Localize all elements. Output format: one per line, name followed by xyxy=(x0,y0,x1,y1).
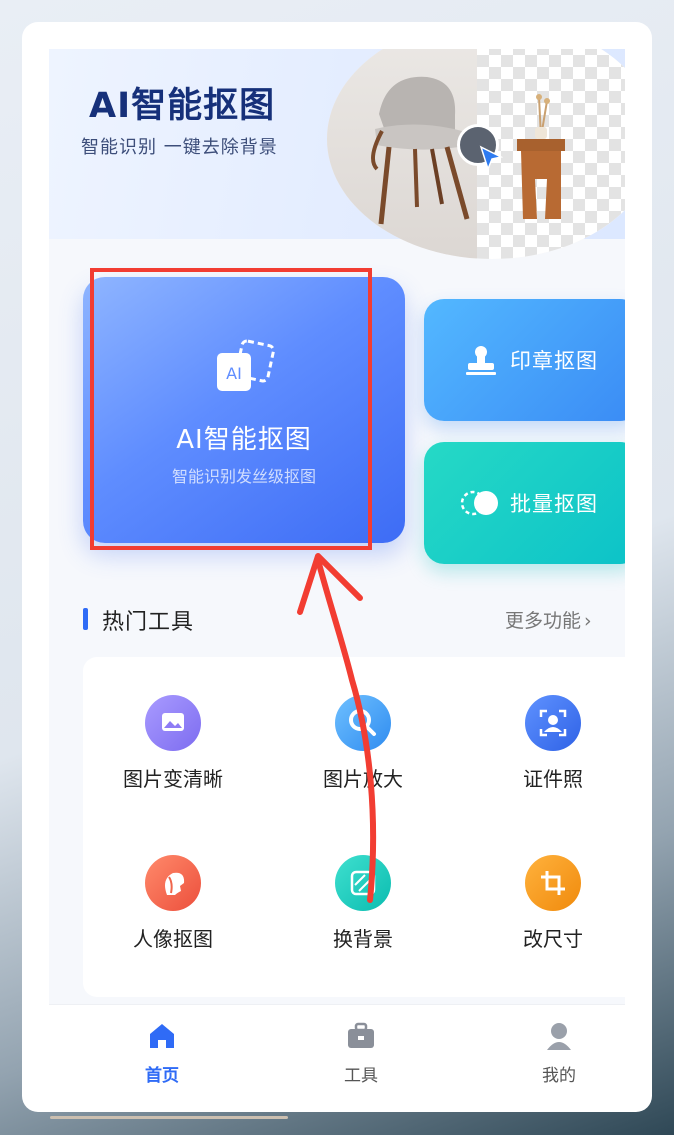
chevron-right-icon: › xyxy=(584,610,592,632)
nav-item-tools[interactable]: 工具 xyxy=(301,1019,421,1086)
portrait-icon xyxy=(145,855,201,911)
nav-label-profile: 我的 xyxy=(542,1066,576,1086)
tool-label: 图片变清晰 xyxy=(123,767,223,791)
annotation-highlight-box xyxy=(90,268,372,550)
tool-label: 证件照 xyxy=(523,767,583,791)
hot-tools-title: 热门工具 xyxy=(102,610,195,635)
section-accent-bar xyxy=(83,608,88,630)
background-swap-icon xyxy=(335,855,391,911)
toolbox-icon xyxy=(348,1022,374,1048)
home-icon xyxy=(150,1024,174,1048)
banner-illustration xyxy=(327,49,625,259)
hot-tools-grid: 图片变清晰 图片放大 证件照 人像抠图 换背景 改尺寸 xyxy=(83,657,625,997)
nav-item-profile[interactable]: 我的 xyxy=(499,1019,619,1086)
banner-subtitle: 智能识别 一键去除背景 xyxy=(81,137,278,158)
batch-cutout-tile[interactable]: 批量抠图 xyxy=(424,442,625,564)
tool-label: 改尺寸 xyxy=(523,927,583,951)
magnifier-icon xyxy=(335,695,391,751)
profile-icon xyxy=(547,1023,571,1050)
cursor-icon xyxy=(479,145,503,171)
app-screen: AI智能抠图 智能识别 一键去除背景 AI AI智能抠图 智能识别发丝级抠图 印… xyxy=(49,49,625,1087)
tool-id-photo[interactable]: 证件照 xyxy=(463,695,625,792)
crop-icon xyxy=(525,855,581,911)
gesture-bar xyxy=(50,1116,288,1119)
more-features-label: 更多功能 xyxy=(505,610,582,632)
banner-title: AI智能抠图 xyxy=(89,86,276,126)
tool-background-swap[interactable]: 换背景 xyxy=(273,855,453,952)
stamp-tile-label: 印章抠图 xyxy=(510,349,598,373)
tool-upscale[interactable]: 图片放大 xyxy=(273,695,453,792)
batch-tile-label: 批量抠图 xyxy=(510,492,598,516)
tool-resize[interactable]: 改尺寸 xyxy=(463,855,625,952)
stamp-cutout-tile[interactable]: 印章抠图 xyxy=(424,299,625,421)
toggle-icon xyxy=(460,490,498,516)
image-icon xyxy=(145,695,201,751)
tool-portrait-cutout[interactable]: 人像抠图 xyxy=(83,855,263,952)
nav-label-home: 首页 xyxy=(145,1066,179,1086)
tool-enhance[interactable]: 图片变清晰 xyxy=(83,695,263,792)
chair-illustration xyxy=(371,76,470,225)
id-photo-icon xyxy=(525,695,581,751)
original-photo-half xyxy=(327,49,477,259)
more-features-link[interactable]: 更多功能 › xyxy=(505,606,625,633)
stamp-icon xyxy=(466,346,496,375)
hero-banner[interactable]: AI智能抠图 智能识别 一键去除背景 xyxy=(49,49,625,259)
screenshot-card: AI智能抠图 智能识别 一键去除背景 AI AI智能抠图 智能识别发丝级抠图 印… xyxy=(22,22,652,1112)
nav-label-tools: 工具 xyxy=(344,1066,378,1086)
tool-label: 换背景 xyxy=(333,927,393,951)
nav-item-home[interactable]: 首页 xyxy=(102,1019,222,1086)
bottom-nav: 首页 工具 我的 xyxy=(49,1004,625,1087)
tool-label: 人像抠图 xyxy=(133,927,213,951)
tool-label: 图片放大 xyxy=(323,767,403,791)
